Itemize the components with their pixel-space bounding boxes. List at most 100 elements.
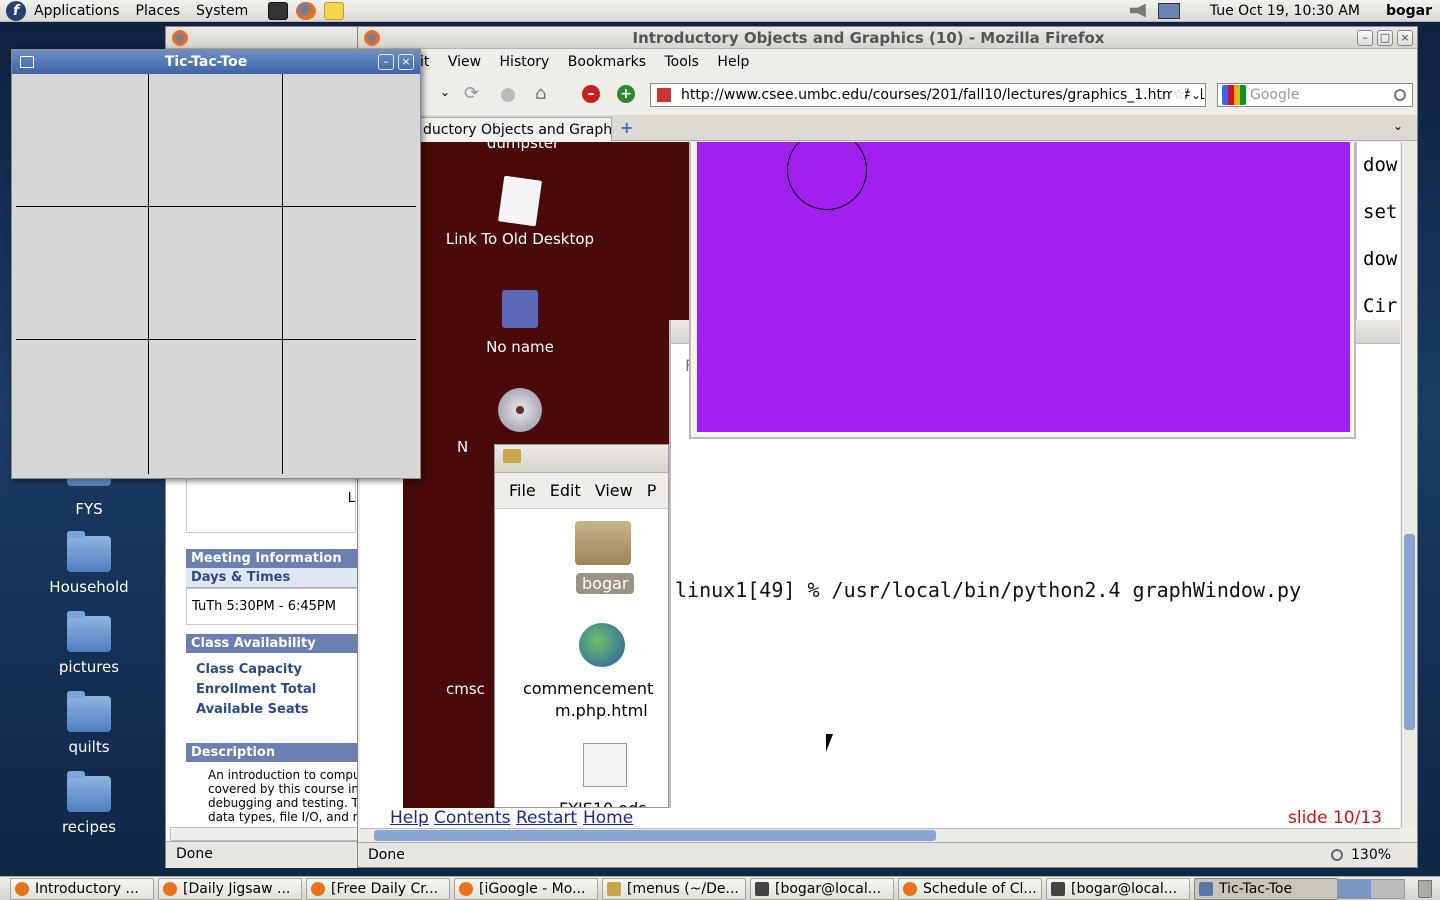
fm-menu-edit: Edit xyxy=(549,481,581,500)
inner-icon-label: N xyxy=(457,438,469,456)
desktop-icon-fys[interactable]: FYS xyxy=(34,471,144,518)
spreadsheet-icon xyxy=(583,743,627,787)
firefox-icon xyxy=(163,881,177,896)
menu-history[interactable]: History xyxy=(500,54,550,70)
back-browser-hscrollbar[interactable] xyxy=(170,827,360,841)
fm-item-html-1: commencement xyxy=(523,679,654,698)
tab-list-icon[interactable]: ⌄ xyxy=(1393,119,1403,133)
search-input[interactable]: Google xyxy=(1250,87,1394,103)
slide-restart-link[interactable]: Restart xyxy=(516,808,577,828)
desktop-icon-recipes[interactable]: recipes xyxy=(34,771,144,836)
reload-icon[interactable]: ⟳ xyxy=(464,83,479,104)
workspace-switcher[interactable] xyxy=(1337,879,1405,899)
close-button[interactable]: × xyxy=(1397,29,1413,46)
task-tic-tac-toe[interactable]: Tic-Tac-Toe xyxy=(1194,877,1338,900)
workspace-1[interactable] xyxy=(1338,880,1371,898)
firefox-titlebar[interactable]: Introductory Objects and Graphics (10) -… xyxy=(358,27,1417,49)
task-terminal-1[interactable]: [bogar@local... xyxy=(750,877,894,900)
desktop-icon-label: pictures xyxy=(58,658,120,676)
zoom-icon xyxy=(1331,849,1343,861)
task-label: Tic-Tac-Toe xyxy=(1219,880,1293,897)
url-dropdown-icon[interactable]: ⌄ xyxy=(1190,88,1201,102)
tic-tac-toe-titlebar[interactable]: Tic-Tac-Toe – × xyxy=(12,50,420,74)
slide-help-link[interactable]: Help xyxy=(390,808,429,828)
network-icon[interactable] xyxy=(1157,2,1180,19)
system-menu[interactable]: System xyxy=(188,3,256,19)
vertical-scrollbar-thumb[interactable] xyxy=(1404,534,1415,730)
firefox-launcher-icon[interactable] xyxy=(296,1,317,20)
clock[interactable]: Tue Oct 19, 10:30 AM xyxy=(1210,3,1360,19)
task-terminal-2[interactable]: [bogar@local... xyxy=(1046,877,1190,900)
zoom-out-icon[interactable]: – xyxy=(582,85,600,103)
notes-launcher-icon[interactable] xyxy=(324,1,345,20)
url-text: http://www.csee.umbc.edu/courses/201/fal… xyxy=(681,87,1206,103)
tic-tac-toe-window[interactable]: Tic-Tac-Toe – × xyxy=(11,49,421,479)
task-igoogle[interactable]: [iGoogle - Mo... xyxy=(454,877,598,900)
desktop-icon-quilts[interactable]: quilts xyxy=(34,691,144,756)
bottom-panel: Introductory ... [Daily Jigsaw ... [Free… xyxy=(0,876,1440,900)
menu-help[interactable]: Help xyxy=(717,54,749,70)
fm-menu-file: File xyxy=(509,481,536,500)
zoom-in-icon[interactable]: + xyxy=(617,85,635,103)
menu-edit[interactable]: it xyxy=(420,54,429,70)
desktop-icon-household[interactable]: Household xyxy=(34,531,144,596)
volume-icon[interactable] xyxy=(1129,3,1146,18)
meeting-info-section: Meeting Information Days & Times TuTh 5:… xyxy=(186,549,361,625)
stop-icon[interactable] xyxy=(501,88,515,102)
slide-home-link[interactable]: Home xyxy=(583,808,633,828)
content-letter: L xyxy=(347,491,355,506)
html-file-icon xyxy=(579,623,625,667)
horizontal-scrollbar[interactable] xyxy=(360,828,1400,842)
ttt-close-button[interactable]: × xyxy=(398,54,414,70)
url-bar[interactable]: http://www.csee.umbc.edu/courses/201/fal… xyxy=(650,83,1206,107)
back-browser-titlebar[interactable] xyxy=(166,27,359,49)
task-introductory[interactable]: Introductory ... xyxy=(10,877,154,900)
site-identity-icon[interactable] xyxy=(657,88,671,102)
history-dropdown-icon[interactable]: ⌄ xyxy=(440,85,450,99)
places-menu[interactable]: Places xyxy=(128,3,189,19)
availability-header: Class Availability xyxy=(186,634,361,653)
mouse-cursor xyxy=(826,734,840,752)
grid-line-v1 xyxy=(148,74,149,474)
workspace-2[interactable] xyxy=(1371,880,1404,898)
desktop-icon-label: recipes xyxy=(61,818,117,836)
vertical-scrollbar[interactable] xyxy=(1401,142,1417,828)
slide-contents-link[interactable]: Contents xyxy=(434,808,510,828)
user-name[interactable]: bogar xyxy=(1386,3,1432,19)
horizontal-scrollbar-thumb[interactable] xyxy=(374,830,936,841)
trash-icon[interactable] xyxy=(1418,880,1432,898)
home-icon[interactable]: ⌂ xyxy=(535,83,546,104)
terminal-icon xyxy=(755,881,769,896)
search-box[interactable]: Google xyxy=(1217,83,1413,107)
code-line: dow. xyxy=(1363,248,1400,270)
meeting-info-header: Meeting Information xyxy=(186,549,361,568)
window-menu-icon[interactable] xyxy=(20,56,34,68)
menu-tools[interactable]: Tools xyxy=(664,54,699,70)
zoom-level[interactable]: 130% xyxy=(1351,847,1391,863)
search-engine-icon[interactable] xyxy=(1222,85,1246,105)
inner-icon-cmsc: cmsc xyxy=(446,680,485,698)
ttt-minimize-button[interactable]: – xyxy=(378,54,394,70)
tab-active[interactable]: ductory Objects and Graph... xyxy=(418,117,612,141)
search-icon[interactable] xyxy=(1394,89,1406,101)
task-schedule[interactable]: Schedule of Cl... xyxy=(898,877,1042,900)
fedora-logo-icon[interactable]: f xyxy=(6,0,26,21)
bookmark-star-icon[interactable]: ☆ xyxy=(1172,87,1185,103)
maximize-button[interactable]: □ xyxy=(1377,29,1393,46)
new-tab-button[interactable]: + xyxy=(620,118,633,137)
minimize-button[interactable]: – xyxy=(1357,29,1373,46)
task-daily-jigsaw[interactable]: [Daily Jigsaw ... xyxy=(158,877,302,900)
task-menus[interactable]: [menus (~/De... xyxy=(602,877,746,900)
folder-icon xyxy=(67,531,111,572)
task-free-daily[interactable]: [Free Daily Cr... xyxy=(306,877,450,900)
firefox-window[interactable]: Introductory Objects and Graphics (10) -… xyxy=(357,26,1418,868)
fm-menu-view: View xyxy=(594,481,633,500)
menu-view[interactable]: View xyxy=(448,54,481,70)
menu-bookmarks[interactable]: Bookmarks xyxy=(568,54,646,70)
desktop-icon-pictures[interactable]: pictures xyxy=(34,611,144,676)
graph-canvas xyxy=(697,142,1350,432)
tic-tac-toe-board[interactable] xyxy=(16,74,416,474)
text-editor-icon xyxy=(607,881,621,896)
terminal-launcher-icon[interactable] xyxy=(268,1,289,20)
applications-menu[interactable]: Applications xyxy=(26,3,128,19)
